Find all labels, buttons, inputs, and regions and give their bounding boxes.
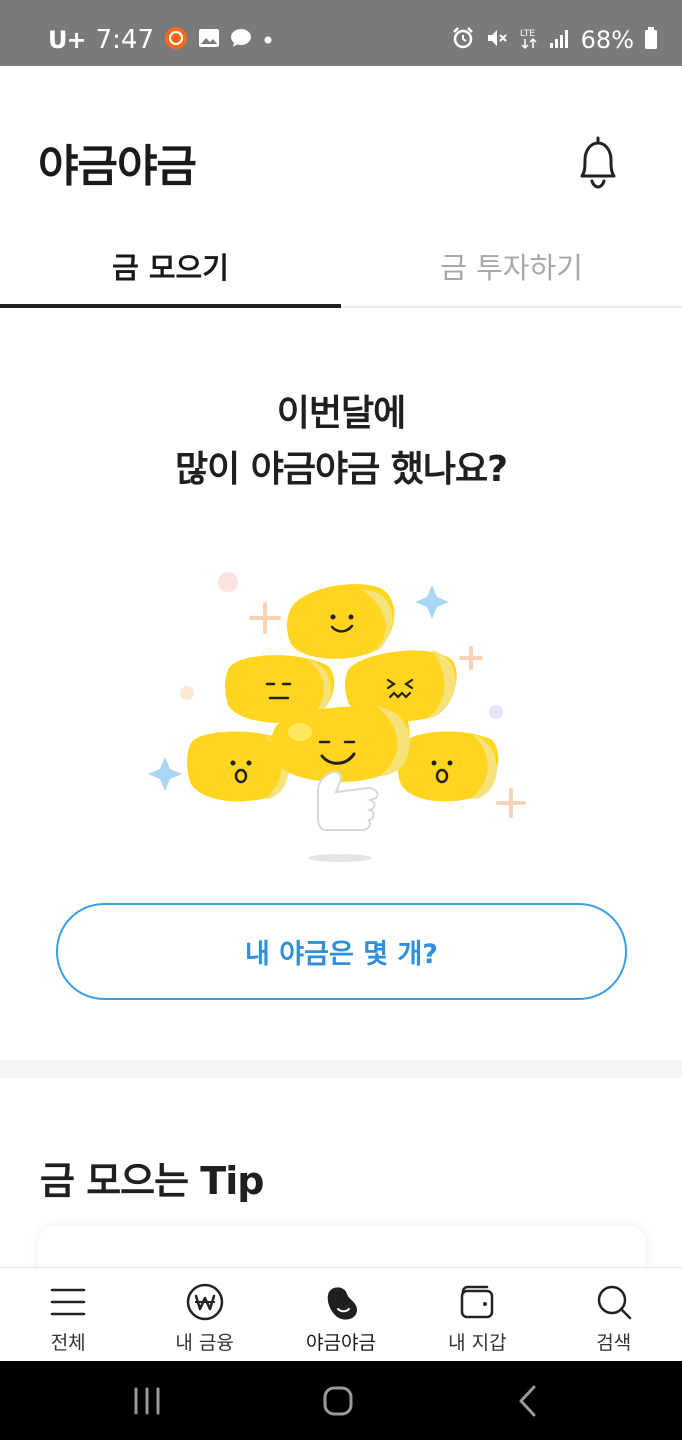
record-icon bbox=[164, 26, 188, 54]
back-icon[interactable] bbox=[508, 1381, 548, 1421]
bean-bottom-right bbox=[397, 731, 499, 802]
svg-text:LTE: LTE bbox=[520, 29, 535, 39]
nav-label-all: 전체 bbox=[50, 1332, 86, 1354]
wallet-icon bbox=[461, 1285, 494, 1319]
battery-icon bbox=[644, 26, 658, 54]
page-title: 야금야금 bbox=[38, 141, 197, 192]
nav-item-all[interactable]: 전체 bbox=[0, 1268, 136, 1362]
nav-label-search: 검색 bbox=[596, 1332, 632, 1354]
nav-item-wallet[interactable]: 내 지갑 bbox=[409, 1268, 545, 1362]
home-icon[interactable] bbox=[318, 1381, 358, 1421]
app-header: 야금야금 bbox=[0, 66, 682, 226]
system-nav-bar bbox=[0, 1361, 682, 1440]
carrier-label: U+ bbox=[48, 26, 87, 54]
hero-heading: 이번달에 많이 야금야금 했나요? bbox=[0, 386, 682, 498]
status-bar: U+ 7:47 LTE 68% bbox=[0, 0, 682, 66]
nav-item-search[interactable]: 검색 bbox=[546, 1268, 682, 1362]
signal-icon bbox=[549, 27, 571, 53]
bottom-nav: 전체 내 금융 야금야금 내 지갑 검색 bbox=[0, 1267, 682, 1361]
bean-icon bbox=[327, 1287, 357, 1320]
tab-collect-gold[interactable]: 금 모으기 bbox=[0, 226, 341, 308]
nav-item-my-finance[interactable]: 내 금융 bbox=[136, 1268, 272, 1362]
dot-icon bbox=[262, 31, 274, 50]
tab-invest-gold[interactable]: 금 투자하기 bbox=[341, 226, 682, 306]
status-bar-right: LTE 68% bbox=[451, 22, 658, 58]
won-icon bbox=[186, 1283, 223, 1321]
bean-top bbox=[287, 584, 395, 659]
nav-label-my-finance: 내 금융 bbox=[175, 1332, 234, 1354]
chat-icon bbox=[230, 28, 252, 52]
nav-item-yageum[interactable]: 야금야금 bbox=[273, 1268, 409, 1362]
alarm-icon bbox=[451, 26, 475, 54]
nav-label-wallet: 내 지갑 bbox=[448, 1332, 507, 1354]
mute-icon bbox=[485, 26, 509, 54]
bell-icon bbox=[580, 136, 616, 189]
gallery-icon bbox=[198, 28, 220, 52]
recent-apps-icon[interactable] bbox=[127, 1381, 167, 1421]
my-gold-count-button[interactable]: 내 야금은 몇 개? bbox=[56, 903, 627, 1000]
tips-heading: 금 모으는 Tip bbox=[40, 1159, 264, 1203]
lte-icon: LTE bbox=[519, 26, 539, 54]
hero-line-2: 많이 야금야금 했나요? bbox=[174, 449, 508, 490]
notification-bell-button[interactable] bbox=[568, 132, 628, 192]
clock: 7:47 bbox=[95, 25, 154, 55]
section-divider bbox=[0, 1060, 682, 1078]
bean-center bbox=[271, 706, 410, 783]
menu-icon bbox=[50, 1288, 86, 1316]
nav-label-yageum: 야금야금 bbox=[306, 1332, 376, 1354]
status-bar-left: U+ 7:47 bbox=[48, 22, 274, 58]
search-icon bbox=[597, 1285, 631, 1320]
hero-line-1: 이번달에 bbox=[276, 393, 406, 434]
gold-beans-illustration bbox=[140, 560, 540, 870]
tab-bar: 금 모으기 금 투자하기 bbox=[0, 226, 682, 308]
battery-percent: 68% bbox=[580, 26, 634, 54]
